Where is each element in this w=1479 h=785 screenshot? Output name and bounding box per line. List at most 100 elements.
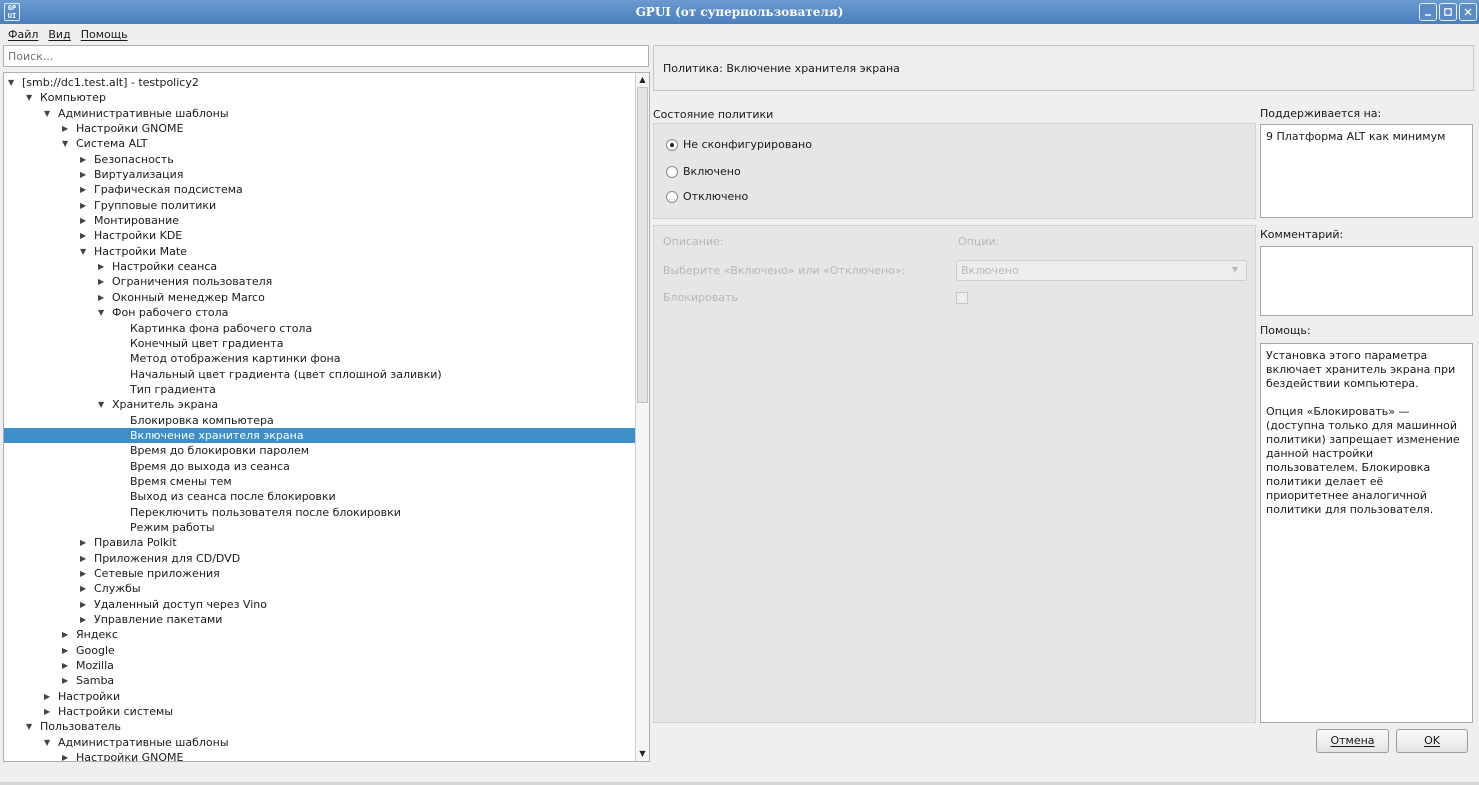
expand-right-icon[interactable]: ▶ <box>44 704 50 719</box>
tree-item[interactable]: ▼ Фон рабочего стола <box>4 305 636 320</box>
cancel-button[interactable]: Отмена <box>1316 729 1389 753</box>
tree-item[interactable]: ▶ Mozilla <box>4 658 636 673</box>
tree-item[interactable]: ▼ Административные шаблоны <box>4 735 636 750</box>
radio-button[interactable] <box>666 165 678 178</box>
search-input[interactable] <box>3 45 649 67</box>
radio-not-configured[interactable]: Не сконфигурировано <box>666 138 812 151</box>
expand-right-icon[interactable]: ▶ <box>80 612 86 627</box>
tree-item[interactable]: ▼ Компьютер <box>4 90 636 105</box>
tree-item[interactable]: ▶ Приложения для CD/DVD <box>4 551 636 566</box>
close-button[interactable] <box>1459 3 1477 21</box>
tree-item[interactable]: ▶ Samba <box>4 673 636 688</box>
expand-right-icon[interactable]: ▶ <box>80 535 86 550</box>
scroll-thumb[interactable] <box>637 87 648 403</box>
expand-down-icon[interactable]: ▼ <box>8 75 14 90</box>
tree-item[interactable]: ▶ Безопасность <box>4 152 636 167</box>
tree-item-selected[interactable]: Включение хранителя экрана <box>4 427 636 444</box>
radio-disabled[interactable]: Отключено <box>666 190 748 203</box>
expand-right-icon[interactable]: ▶ <box>62 643 68 658</box>
tree-item[interactable]: Конечный цвет градиента <box>4 336 636 351</box>
tree-item[interactable]: ▶ Ограничения пользователя <box>4 274 636 289</box>
expand-right-icon[interactable]: ▶ <box>62 121 68 136</box>
tree-item[interactable]: Тип градиента <box>4 382 636 397</box>
tree-item[interactable]: ▼ Хранитель экрана <box>4 397 636 412</box>
tree-item[interactable]: ▼ [smb://dc1.test.alt] - testpolicy2 <box>4 75 636 90</box>
expand-right-icon[interactable]: ▶ <box>80 213 86 228</box>
tree-item[interactable]: ▶ Настройки системы <box>4 704 636 719</box>
tree-item[interactable]: Режим работы <box>4 520 636 535</box>
radio-button[interactable] <box>666 190 678 203</box>
expand-right-icon[interactable]: ▶ <box>80 551 86 566</box>
tree-item[interactable]: Выход из сеанса после блокировки <box>4 489 636 504</box>
ok-button[interactable]: OK <box>1396 729 1468 753</box>
radio-enabled[interactable]: Включено <box>666 165 741 178</box>
expand-right-icon[interactable]: ▶ <box>62 750 68 761</box>
expand-right-icon[interactable]: ▶ <box>62 627 68 642</box>
tree-item[interactable]: ▶ Службы <box>4 581 636 596</box>
tree-item[interactable]: Переключить пользователя после блокировк… <box>4 505 636 520</box>
menu-file[interactable]: Файл <box>8 28 38 41</box>
expand-right-icon[interactable]: ▶ <box>62 658 68 673</box>
expand-right-icon[interactable]: ▶ <box>80 597 86 612</box>
expand-right-icon[interactable]: ▶ <box>80 182 86 197</box>
expand-right-icon[interactable]: ▶ <box>80 167 86 182</box>
tree-item[interactable]: ▶ Групповые политики <box>4 198 636 213</box>
tree-item[interactable]: ▶ Настройки KDE <box>4 228 636 243</box>
tree-item[interactable]: ▶ Виртуализация <box>4 167 636 182</box>
menu-help[interactable]: Помощь <box>81 28 128 41</box>
scroll-down-icon[interactable]: ▼ <box>636 747 649 761</box>
tree-item[interactable]: ▶ Управление пакетами <box>4 612 636 627</box>
expand-down-icon[interactable]: ▼ <box>80 244 86 259</box>
close-icon <box>1464 8 1472 16</box>
expand-right-icon[interactable]: ▶ <box>80 581 86 596</box>
tree-item[interactable]: Время до выхода из сеанса <box>4 459 636 474</box>
tree-item[interactable]: ▶ Графическая подсистема <box>4 182 636 197</box>
scroll-up-icon[interactable]: ▲ <box>636 73 649 87</box>
tree-item[interactable]: Время смены тем <box>4 474 636 489</box>
tree-item[interactable]: Метод отображения картинки фона <box>4 351 636 366</box>
tree-item[interactable]: Картинка фона рабочего стола <box>4 321 636 336</box>
expand-right-icon[interactable]: ▶ <box>80 198 86 213</box>
expand-right-icon[interactable]: ▶ <box>44 689 50 704</box>
tree-item[interactable]: ▶ Оконный менеджер Marco <box>4 290 636 305</box>
expand-down-icon[interactable]: ▼ <box>44 106 50 121</box>
expand-down-icon[interactable]: ▼ <box>26 719 32 734</box>
tree-item[interactable]: ▶ Настройки GNOME <box>4 121 636 136</box>
block-checkbox[interactable] <box>956 292 968 304</box>
expand-right-icon[interactable]: ▶ <box>80 228 86 243</box>
tree-item[interactable]: ▶ Настройки <box>4 689 636 704</box>
tree-item[interactable]: ▼ Административные шаблоны <box>4 106 636 121</box>
tree-item[interactable]: ▶ Сетевые приложения <box>4 566 636 581</box>
expand-down-icon[interactable]: ▼ <box>98 305 104 320</box>
expand-right-icon[interactable]: ▶ <box>80 152 86 167</box>
minimize-button[interactable] <box>1419 3 1437 21</box>
radio-button[interactable] <box>666 138 678 151</box>
tree-item[interactable]: ▼ Система ALT <box>4 136 636 151</box>
expand-right-icon[interactable]: ▶ <box>62 673 68 688</box>
expand-right-icon[interactable]: ▶ <box>98 274 104 289</box>
expand-down-icon[interactable]: ▼ <box>26 90 32 105</box>
tree-item[interactable]: ▶ Яндекс <box>4 627 636 642</box>
tree-item[interactable]: ▼ Пользователь <box>4 719 636 734</box>
tree-item[interactable]: ▶ Правила Polkit <box>4 535 636 550</box>
tree-item[interactable]: ▼ Настройки Mate <box>4 244 636 259</box>
tree-item[interactable]: ▶ Настройки GNOME <box>4 750 636 761</box>
expand-right-icon[interactable]: ▶ <box>98 290 104 305</box>
tree-item[interactable]: ▶ Настройки сеанса <box>4 259 636 274</box>
comment-field[interactable] <box>1260 246 1473 316</box>
tree-item[interactable]: Время до блокировки паролем <box>4 443 636 458</box>
state-dropdown[interactable]: Включено ▼ <box>956 260 1247 281</box>
tree-item[interactable]: Начальный цвет градиента (цвет сплошной … <box>4 367 636 382</box>
expand-down-icon[interactable]: ▼ <box>98 397 104 412</box>
maximize-button[interactable] <box>1439 3 1457 21</box>
tree-item[interactable]: ▶ Удаленный доступ через Vino <box>4 597 636 612</box>
expand-right-icon[interactable]: ▶ <box>98 259 104 274</box>
expand-down-icon[interactable]: ▼ <box>44 735 50 750</box>
tree-item[interactable]: ▶ Google <box>4 643 636 658</box>
menu-view[interactable]: Вид <box>48 28 70 41</box>
tree-scrollbar[interactable]: ▲ ▼ <box>635 73 649 761</box>
expand-right-icon[interactable]: ▶ <box>80 566 86 581</box>
tree-item[interactable]: Блокировка компьютера <box>4 413 636 428</box>
expand-down-icon[interactable]: ▼ <box>62 136 68 151</box>
tree-item[interactable]: ▶ Монтирование <box>4 213 636 228</box>
